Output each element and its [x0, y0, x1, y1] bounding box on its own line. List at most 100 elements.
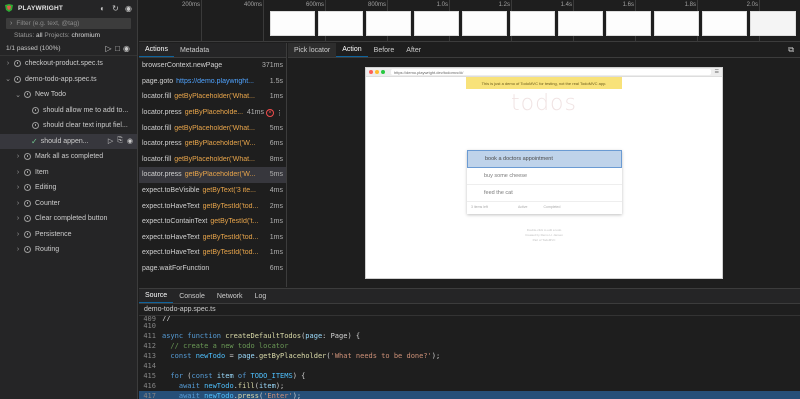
- action-duration: 6ms: [269, 140, 283, 148]
- tab-source[interactable]: Source: [139, 289, 174, 303]
- timeline-thumbnail[interactable]: [462, 11, 507, 36]
- action-arg: getByPlaceholder('W...: [184, 140, 256, 148]
- action-arg: getByTestId('tod...: [202, 249, 259, 257]
- projects-label: Projects:: [44, 32, 70, 39]
- action-row[interactable]: locator.fill getByPlaceholder('What... 5…: [139, 120, 286, 136]
- action-duration: 371ms: [261, 62, 283, 70]
- clock-icon: [24, 153, 31, 161]
- snapshot-browser-frame[interactable]: https://demo.playwright.dev/todomvc/#/ ☰…: [365, 67, 723, 279]
- theme-toggle-icon[interactable]: ◐: [98, 4, 107, 13]
- tab-metadata[interactable]: Metadata: [174, 43, 215, 57]
- projects-value[interactable]: chromium: [71, 32, 100, 39]
- filter-active[interactable]: Active: [518, 205, 528, 209]
- timeline-thumbnail[interactable]: [558, 11, 603, 36]
- tree-item-label: demo-todo-app.spec.ts: [25, 75, 97, 83]
- action-row[interactable]: expect.toHaveText getByTestId('tod... 1m…: [139, 245, 286, 261]
- action-row-selected[interactable]: locator.press getByPlaceholder('W... 5ms: [139, 167, 286, 183]
- tree-item-clear-completed[interactable]: › Clear completed button: [0, 211, 137, 227]
- tree-item-test-add[interactable]: should allow me to add to...: [0, 103, 137, 119]
- chevron-right-icon[interactable]: ›: [14, 169, 22, 176]
- action-row[interactable]: locator.fill getByPlaceholder('What... 1…: [139, 89, 286, 105]
- todo-footer: 3 items left Active Completed: [467, 202, 622, 212]
- action-row[interactable]: page.waitForFunction 6ms: [139, 261, 286, 277]
- chevron-right-icon[interactable]: ›: [14, 231, 22, 238]
- action-row[interactable]: browserContext.newPage 371ms: [139, 58, 286, 74]
- action-duration: 8ms: [269, 155, 283, 163]
- demo-banner: This is just a demo of TodoMVC for testi…: [466, 77, 622, 89]
- tree-item-test-append[interactable]: ✓ should appen... ▷ ⎘ ◉: [0, 133, 137, 149]
- filter-completed[interactable]: Completed: [543, 205, 560, 209]
- action-row[interactable]: expect.toHaveText getByTestId('tod... 2m…: [139, 198, 286, 214]
- action-row[interactable]: page.goto https://demo.playwright... 1.5…: [139, 74, 286, 90]
- tree-item-label: Persistence: [35, 230, 72, 238]
- action-row[interactable]: expect.toBeVisible getByText('3 ite... 4…: [139, 183, 286, 199]
- action-method: expect.toHaveText: [142, 202, 200, 210]
- tab-actions[interactable]: Actions: [139, 43, 174, 57]
- stop-icon[interactable]: □: [113, 44, 122, 53]
- watch-icon[interactable]: ◉: [122, 44, 131, 53]
- timeline-thumbnail[interactable]: [318, 11, 363, 36]
- todo-item[interactable]: feed the cat: [467, 185, 622, 202]
- timeline-thumbnail[interactable]: [750, 11, 796, 36]
- tree-item-checkout-spec[interactable]: › checkout-product.spec.ts: [0, 56, 137, 72]
- tab-pick-locator[interactable]: Pick locator: [288, 43, 337, 57]
- reload-icon[interactable]: ↻: [111, 4, 120, 13]
- action-row[interactable]: locator.fill getByPlaceholder('What... 8…: [139, 152, 286, 168]
- todo-item[interactable]: buy some cheese: [467, 168, 622, 185]
- action-row[interactable]: expect.toHaveText getByTestId('tod... 1m…: [139, 230, 286, 246]
- tree-item-todo-spec[interactable]: ⌄ demo-todo-app.spec.ts: [0, 72, 137, 88]
- chevron-right-icon[interactable]: ›: [14, 215, 22, 222]
- tree-item-test-clear[interactable]: should clear text input fiel...: [0, 118, 137, 134]
- chevron-down-icon[interactable]: ⌄: [14, 91, 22, 99]
- tree-item-counter[interactable]: › Counter: [0, 196, 137, 212]
- chevron-right-icon[interactable]: ›: [14, 153, 22, 160]
- action-row[interactable]: expect.toContainText getByTestId('t... 1…: [139, 214, 286, 230]
- tab-network[interactable]: Network: [211, 289, 249, 303]
- browser-chrome: https://demo.playwright.dev/todomvc/#/ ☰: [366, 68, 722, 77]
- source-filename: demo-todo-app.spec.ts: [139, 304, 800, 316]
- tab-before[interactable]: Before: [368, 43, 401, 57]
- chevron-right-icon[interactable]: ›: [14, 246, 22, 253]
- status-value[interactable]: all: [36, 32, 43, 39]
- code-line: 416 await newTodo. fill(item);: [143, 382, 285, 390]
- run-all-icon[interactable]: ▷: [104, 44, 113, 53]
- timeline-thumbnail[interactable]: [606, 11, 651, 36]
- chevron-right-icon[interactable]: ›: [14, 184, 22, 191]
- timeline-thumbnail[interactable]: [270, 11, 315, 36]
- tree-item-persistence[interactable]: › Persistence: [0, 227, 137, 243]
- open-new-window-icon[interactable]: ⧉: [788, 43, 800, 57]
- tree-item-new-todo[interactable]: ⌄ New Todo: [0, 87, 137, 103]
- tab-action[interactable]: Action: [336, 43, 368, 57]
- timeline-thumbnail[interactable]: [654, 11, 699, 36]
- filter-input[interactable]: [16, 20, 117, 27]
- watch-test-icon[interactable]: ◉: [127, 137, 133, 145]
- tree-item-item[interactable]: › Item: [0, 165, 137, 181]
- run-test-icon[interactable]: ▷: [108, 137, 113, 145]
- action-method: locator.press: [142, 140, 182, 148]
- timeline-thumbnail[interactable]: [414, 11, 459, 36]
- tree-item-mark-all[interactable]: › Mark all as completed: [0, 149, 137, 165]
- source-code[interactable]: 409// 410 411 async function createDefaul…: [139, 316, 800, 399]
- open-source-icon[interactable]: ⎘: [117, 137, 123, 145]
- chevron-down-icon[interactable]: ⌄: [4, 75, 12, 83]
- more-icon[interactable]: ⋮: [276, 109, 283, 117]
- trace-timeline[interactable]: 200ms 400ms 600ms 800ms 1.0s 1.2s 1.4s 1…: [139, 0, 800, 42]
- tree-item-routing[interactable]: › Routing: [0, 242, 137, 258]
- chevron-right-icon[interactable]: ›: [10, 20, 12, 27]
- tab-after[interactable]: After: [400, 43, 427, 57]
- timeline-thumbnail[interactable]: [702, 11, 747, 36]
- timeline-tick: 1.0s: [436, 2, 448, 8]
- tab-console[interactable]: Console: [173, 289, 211, 303]
- watch-all-icon[interactable]: ◉: [124, 4, 133, 13]
- new-todo-input[interactable]: book a doctors appointment: [467, 150, 622, 168]
- timeline-thumbnail[interactable]: [366, 11, 411, 36]
- sidebar-header: PLAYWRIGHT ◐ ↻ ◉: [0, 0, 137, 16]
- tab-log[interactable]: Log: [249, 289, 273, 303]
- action-row[interactable]: locator.press getByPlaceholde... 41ms × …: [139, 105, 286, 121]
- chevron-right-icon[interactable]: ›: [4, 60, 12, 67]
- tree-item-editing[interactable]: › Editing: [0, 180, 137, 196]
- action-row[interactable]: locator.press getByPlaceholder('W... 6ms: [139, 136, 286, 152]
- timeline-thumbnail[interactable]: [510, 11, 555, 36]
- chevron-right-icon[interactable]: ›: [14, 200, 22, 207]
- error-icon: ×: [266, 108, 274, 117]
